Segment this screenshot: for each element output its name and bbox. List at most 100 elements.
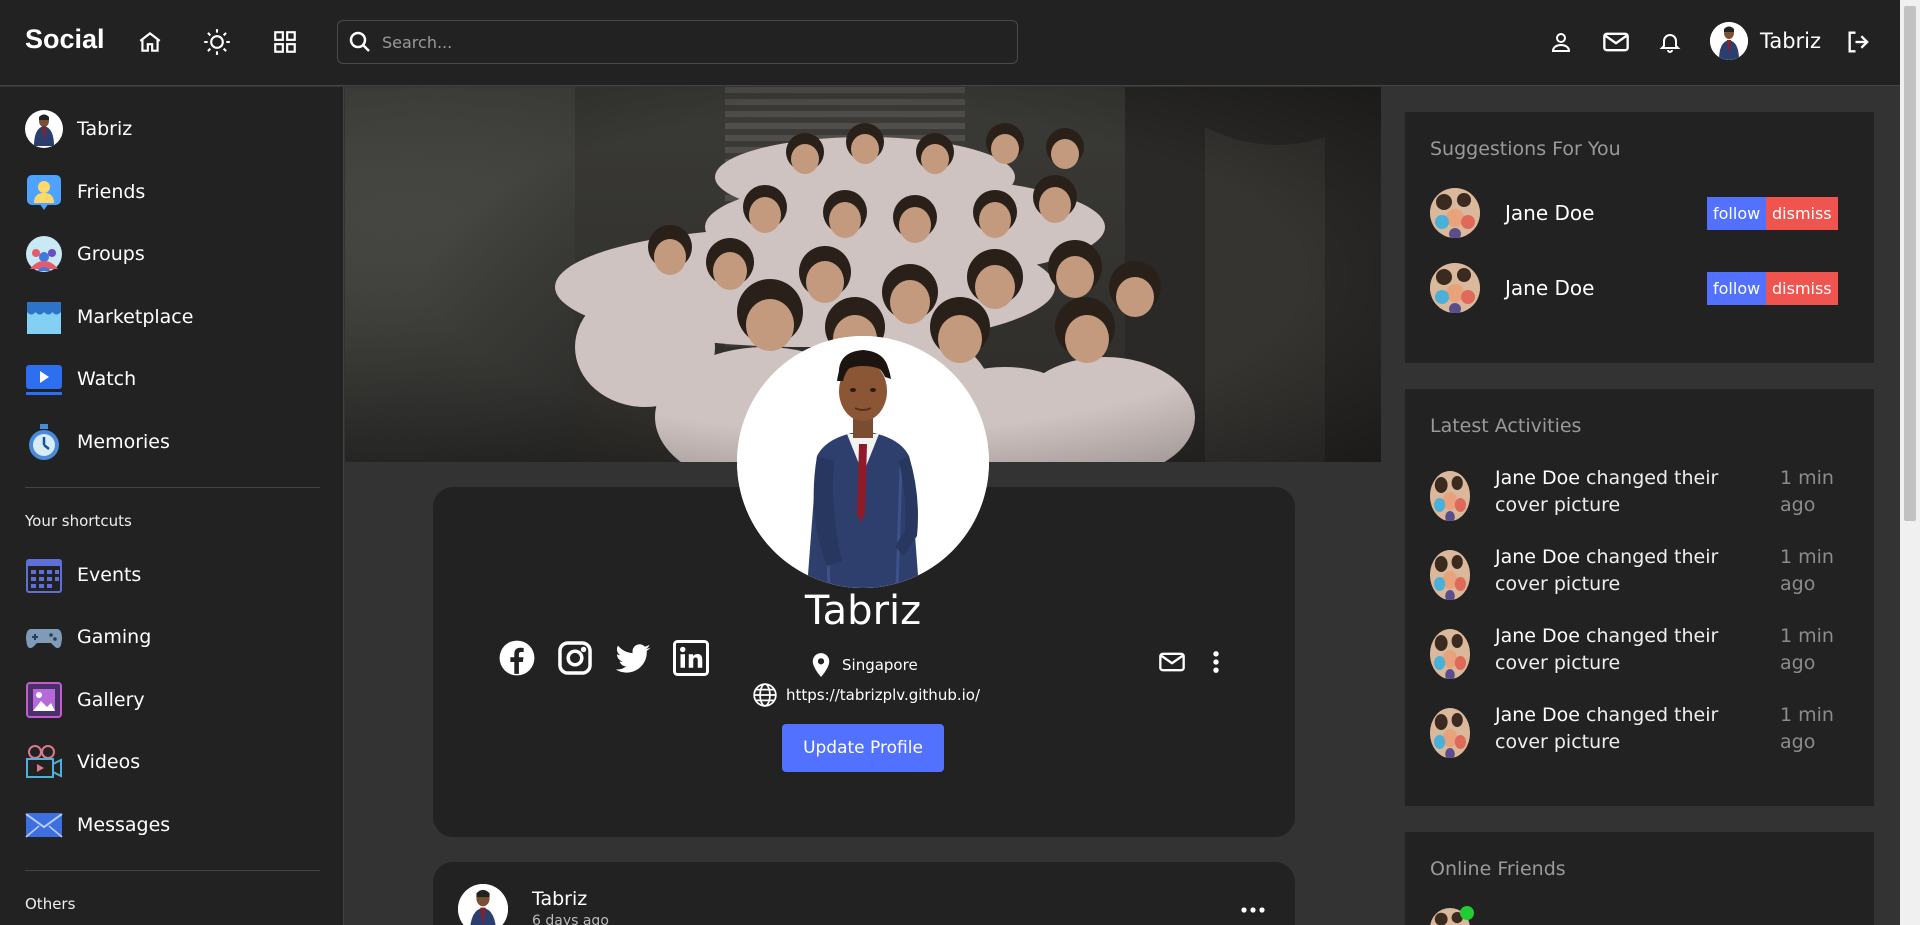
sidebar-item-label: Videos [77, 751, 141, 773]
home-icon[interactable] [133, 25, 167, 59]
suggestion-item: Jane Doe follow dismiss [1430, 263, 1850, 313]
sidebar-item-memories[interactable]: Memories [25, 422, 170, 462]
activity-item: Jane Doe changed their cover picture 1 m… [1430, 465, 1850, 525]
sidebar-item-label: Friends [77, 181, 146, 203]
scrollbar-thumb[interactable] [1904, 6, 1916, 521]
sidebar-divider [25, 870, 320, 871]
sidebar-divider [25, 487, 320, 488]
sidebar-item-label: Messages [77, 814, 171, 836]
avatar[interactable] [1430, 188, 1480, 238]
activity-user[interactable]: Jane Doe [1495, 625, 1580, 647]
facebook-icon[interactable] [497, 638, 537, 678]
sidebar-item-label: Gaming [77, 626, 152, 648]
instagram-icon[interactable] [555, 638, 595, 678]
search-bar [337, 20, 1018, 64]
activity-text: Jane Doe changed their cover picture [1495, 465, 1775, 519]
more-options-icon[interactable] [1208, 648, 1224, 680]
sidebar-item-messages[interactable]: Messages [25, 805, 170, 845]
activity-user[interactable]: Jane Doe [1495, 546, 1580, 568]
profile-picture [737, 336, 989, 588]
post-author[interactable]: Tabriz [532, 888, 587, 910]
logout-icon[interactable] [1842, 25, 1876, 59]
sidebar-item-label: Watch [77, 368, 137, 390]
linkedin-icon[interactable] [671, 638, 711, 678]
page-scrollbar[interactable] [1900, 0, 1920, 925]
shortcuts-heading: Your shortcuts [25, 512, 132, 530]
suggestion-item: Jane Doe follow dismiss [1430, 188, 1850, 238]
avatar [1710, 22, 1748, 60]
post-timestamp: 6 days ago [532, 913, 609, 925]
gaming-icon [25, 618, 63, 656]
location-pin-icon [812, 653, 830, 677]
notifications-bell-icon[interactable] [1653, 25, 1687, 59]
sidebar-item-videos[interactable]: Videos [25, 742, 140, 782]
activity-time: 1 min ago [1780, 625, 1834, 674]
avatar[interactable] [1430, 263, 1480, 313]
suggestion-name[interactable]: Jane Doe [1505, 201, 1594, 225]
activities-title: Latest Activities [1430, 415, 1582, 437]
avatar[interactable] [1430, 471, 1470, 521]
sidebar-item-label: Marketplace [77, 306, 194, 328]
sidebar-item-profile[interactable]: Tabriz [25, 109, 132, 149]
post-more-options-icon[interactable] [1240, 900, 1266, 919]
user-menu[interactable]: Tabriz [1710, 22, 1821, 60]
profile-icon[interactable] [1544, 25, 1578, 59]
sidebar-item-marketplace[interactable]: Marketplace [25, 297, 193, 337]
sidebar-item-label: Groups [77, 243, 145, 265]
sidebar-item-friends[interactable]: Friends [25, 172, 145, 212]
sidebar-item-groups[interactable]: Groups [25, 234, 145, 274]
watch-icon [25, 360, 63, 398]
apps-grid-icon[interactable] [268, 25, 302, 59]
profile-location: Singapore [810, 652, 918, 678]
groups-icon [25, 235, 63, 273]
online-friend-avatar[interactable] [1430, 906, 1474, 925]
globe-icon [753, 683, 777, 707]
activity-user[interactable]: Jane Doe [1495, 467, 1580, 489]
friends-icon [25, 173, 63, 211]
top-navbar: Social Tabriz [0, 0, 1900, 86]
sidebar-item-watch[interactable]: Watch [25, 359, 136, 399]
theme-toggle-icon[interactable] [200, 25, 234, 59]
message-user-icon[interactable] [1158, 648, 1186, 680]
sidebar-item-label: Gallery [77, 689, 145, 711]
dismiss-button[interactable]: dismiss [1766, 197, 1838, 230]
username: Tabriz [1760, 29, 1822, 53]
avatar[interactable] [1430, 629, 1470, 679]
logo[interactable]: Social [25, 24, 105, 55]
sidebar-item-events[interactable]: Events [25, 555, 141, 595]
location-text: Singapore [842, 656, 918, 674]
dismiss-button[interactable]: dismiss [1766, 272, 1838, 305]
follow-button[interactable]: follow [1707, 197, 1767, 230]
sidebar-item-gaming[interactable]: Gaming [25, 617, 151, 657]
follow-button[interactable]: follow [1707, 272, 1767, 305]
memories-icon [25, 423, 63, 461]
search-input[interactable] [382, 32, 982, 52]
sidebar-item-gallery[interactable]: Gallery [25, 680, 145, 720]
avatar [25, 110, 63, 148]
suggestion-name[interactable]: Jane Doe [1505, 276, 1594, 300]
sidebar-item-label: Events [77, 564, 142, 586]
profile-website[interactable]: https://tabrizplv.github.io/ [752, 682, 980, 708]
gallery-icon [25, 681, 63, 719]
left-sidebar: Tabriz Friends Groups Marketplace Watch … [0, 87, 344, 925]
twitter-icon[interactable] [613, 638, 653, 678]
profile-name: Tabriz [804, 588, 922, 634]
sidebar-item-label: Memories [77, 431, 170, 453]
latest-activities-card: Latest Activities Jane Doe changed their… [1405, 389, 1874, 806]
update-profile-button[interactable]: Update Profile [782, 724, 944, 772]
activity-time: 1 min ago [1780, 467, 1834, 516]
marketplace-icon [25, 298, 63, 336]
videos-icon [25, 743, 63, 781]
activity-item: Jane Doe changed their cover picture 1 m… [1430, 702, 1850, 762]
online-friends-title: Online Friends [1430, 858, 1566, 880]
suggestions-card: Suggestions For You Jane Doe follow dism… [1405, 112, 1874, 363]
activity-user[interactable]: Jane Doe [1495, 704, 1580, 726]
avatar[interactable] [1430, 550, 1470, 600]
activity-time: 1 min ago [1780, 546, 1834, 595]
avatar[interactable] [1430, 708, 1470, 758]
activity-text: Jane Doe changed their cover picture [1495, 702, 1775, 756]
mail-icon[interactable] [1599, 25, 1633, 59]
activity-text: Jane Doe changed their cover picture [1495, 544, 1775, 598]
activity-time: 1 min ago [1780, 704, 1834, 753]
website-link[interactable]: https://tabrizplv.github.io/ [786, 686, 980, 704]
